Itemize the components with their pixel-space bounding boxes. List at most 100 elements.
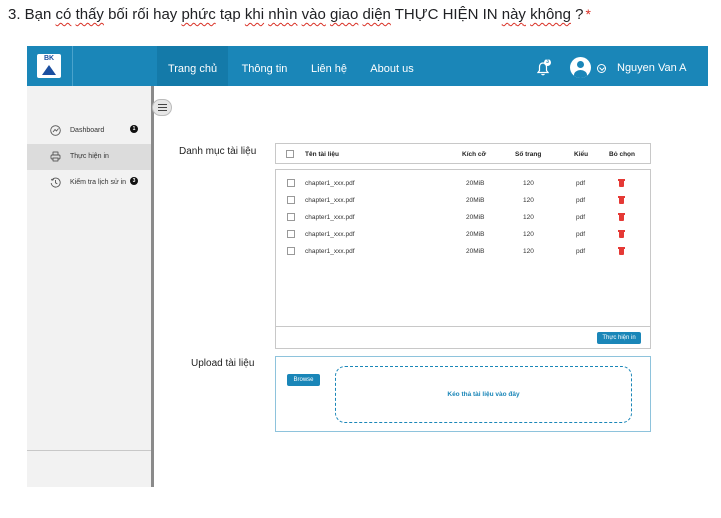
- sidebar-toggle-button[interactable]: [152, 99, 172, 116]
- history-icon: [50, 177, 61, 188]
- table-row[interactable]: chapter1_xxx.pdf 20MiB 120 pdf: [276, 193, 650, 209]
- question-segment: bối rối hay: [103, 6, 182, 23]
- trash-icon[interactable]: [618, 179, 625, 187]
- question-prefix: 3. Bạn: [8, 6, 56, 23]
- history-badge: 3: [130, 177, 138, 185]
- logo-area[interactable]: BK: [27, 46, 73, 86]
- row-checkbox[interactable]: [287, 247, 295, 255]
- menu-icon: [158, 104, 167, 111]
- cell-page-count: 120: [523, 197, 534, 204]
- cell-file-type: pdf: [576, 180, 586, 187]
- logo-text: BK: [43, 55, 55, 62]
- top-navbar: BK Trang chủ Thông tin Liên hệ About us …: [27, 46, 708, 86]
- cell-file-type: pdf: [576, 197, 586, 204]
- column-header-size: Kích cỡ: [462, 151, 487, 158]
- cell-file-size: 20MiB: [466, 248, 485, 255]
- sidebar-item-label: Dashboard: [70, 127, 105, 134]
- trash-icon[interactable]: [618, 213, 625, 221]
- username[interactable]: Nguyen Van A: [617, 62, 687, 74]
- question-word: thấy: [75, 6, 104, 23]
- question-word: vào: [301, 6, 326, 23]
- chevron-down-icon[interactable]: [597, 64, 606, 73]
- table-row[interactable]: chapter1_xxx.pdf 20MiB 120 pdf: [276, 244, 650, 260]
- trash-bin-shape: [619, 232, 624, 238]
- cell-page-count: 120: [523, 231, 534, 238]
- cell-file-name: chapter1_xxx.pdf: [305, 197, 355, 204]
- question-word: phức: [181, 6, 216, 23]
- cell-file-type: pdf: [576, 231, 586, 238]
- row-checkbox[interactable]: [287, 196, 295, 204]
- question-text: 3. Bạn có thấy bối rối hay phức tạp khi …: [8, 6, 591, 23]
- question-word: giao: [329, 6, 359, 23]
- column-header-deselect: Bỏ chọn: [609, 151, 635, 158]
- cell-file-size: 20MiB: [466, 231, 485, 238]
- trash-icon[interactable]: [618, 247, 625, 255]
- cell-file-name: chapter1_xxx.pdf: [305, 248, 355, 255]
- notification-badge: 3: [544, 59, 551, 66]
- sidebar-item-print[interactable]: Thực hiện in: [27, 144, 151, 170]
- row-checkbox[interactable]: [287, 213, 295, 221]
- question-segment: THỰC HIỆN IN: [390, 6, 502, 23]
- cell-file-size: 20MiB: [466, 197, 485, 204]
- nav-about-us[interactable]: About us: [363, 46, 421, 86]
- cell-file-name: chapter1_xxx.pdf: [305, 180, 355, 187]
- cell-page-count: 120: [523, 248, 534, 255]
- cell-file-size: 20MiB: [466, 214, 485, 221]
- avatar-body-shape: [574, 70, 587, 78]
- cell-file-size: 20MiB: [466, 180, 485, 187]
- question-word: khi: [244, 6, 265, 23]
- question-suffix: ?: [570, 6, 584, 23]
- question-word: diện: [362, 6, 391, 23]
- drop-zone[interactable]: Kéo thả tài liệu vào đây: [335, 366, 632, 423]
- trash-bin-shape: [619, 181, 624, 187]
- documents-table-header: Tên tài liệu Kích cỡ Số trang Kiểu Bỏ ch…: [275, 143, 651, 164]
- upload-panel: Browse Kéo thả tài liệu vào đây: [275, 356, 651, 432]
- cell-file-name: chapter1_xxx.pdf: [305, 231, 355, 238]
- dashboard-icon: [50, 125, 61, 136]
- table-footer-divider: [276, 326, 650, 327]
- nav-lien-he[interactable]: Liên hệ: [303, 46, 355, 86]
- column-header-name: Tên tài liệu: [305, 151, 339, 158]
- sidebar-divider: [27, 450, 151, 451]
- cell-file-type: pdf: [576, 214, 586, 221]
- trash-bin-shape: [619, 215, 624, 221]
- question-word: này: [501, 6, 526, 23]
- printer-icon: [50, 151, 61, 162]
- question-word: không: [530, 6, 571, 23]
- trash-icon[interactable]: [618, 230, 625, 238]
- sidebar-item-dashboard[interactable]: Dashboard 1: [27, 118, 151, 144]
- required-asterisk: *: [585, 6, 591, 22]
- column-header-type: Kiểu: [574, 151, 589, 158]
- row-checkbox[interactable]: [287, 179, 295, 187]
- logo-mark-icon: [42, 65, 56, 75]
- app-screenshot: BK Trang chủ Thông tin Liên hệ About us …: [27, 46, 708, 487]
- table-row[interactable]: chapter1_xxx.pdf 20MiB 120 pdf: [276, 176, 650, 192]
- cell-page-count: 120: [523, 214, 534, 221]
- bk-logo: BK: [37, 54, 61, 78]
- execute-print-button[interactable]: Thực hiện in: [597, 332, 641, 344]
- question-word: có: [55, 6, 72, 23]
- select-all-checkbox[interactable]: [286, 150, 294, 158]
- dashboard-badge: 1: [130, 125, 138, 133]
- user-avatar[interactable]: [570, 57, 591, 78]
- browse-button[interactable]: Browse: [287, 374, 320, 386]
- avatar-head-shape: [577, 61, 584, 68]
- documents-table: chapter1_xxx.pdf 20MiB 120 pdf chapter1_…: [275, 169, 651, 349]
- nav-trang-chu[interactable]: Trang chủ: [157, 46, 228, 86]
- question-word: nhìn: [268, 6, 298, 23]
- cell-page-count: 120: [523, 180, 534, 187]
- table-row[interactable]: chapter1_xxx.pdf 20MiB 120 pdf: [276, 227, 650, 243]
- trash-icon[interactable]: [618, 196, 625, 204]
- trash-bin-shape: [619, 198, 624, 204]
- drop-zone-text: Kéo thả tài liệu vào đây: [447, 391, 520, 398]
- row-checkbox[interactable]: [287, 230, 295, 238]
- sidebar-item-history[interactable]: Kiểm tra lịch sử in 3: [27, 170, 151, 196]
- table-row[interactable]: chapter1_xxx.pdf 20MiB 120 pdf: [276, 210, 650, 226]
- column-header-pages: Số trang: [515, 151, 542, 158]
- cell-file-type: pdf: [576, 248, 586, 255]
- trash-bin-shape: [619, 249, 624, 255]
- sidebar: Dashboard 1 Thực hiện in Kiểm tra lịch s…: [27, 86, 154, 487]
- sidebar-item-label: Kiểm tra lịch sử in: [70, 179, 127, 186]
- nav-thong-tin[interactable]: Thông tin: [233, 46, 296, 86]
- documents-section-label: Danh mục tài liệu: [179, 146, 257, 157]
